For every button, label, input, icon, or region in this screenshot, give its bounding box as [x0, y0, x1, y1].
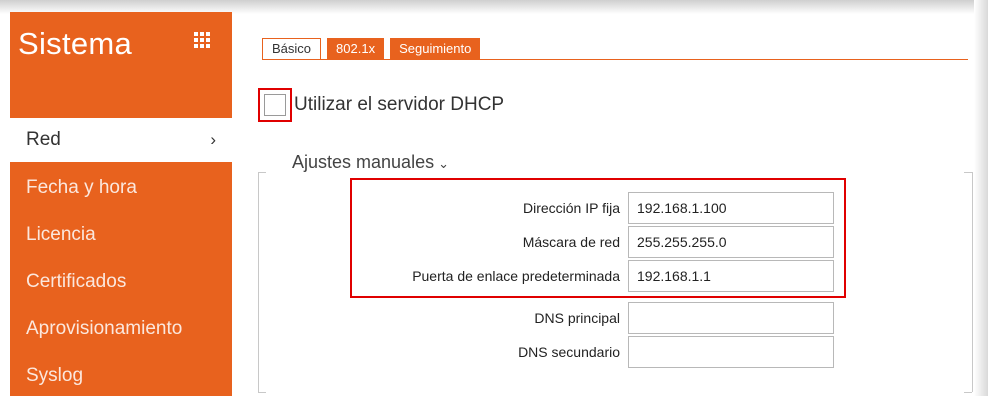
sidebar-item-aprovisionamiento[interactable]: Aprovisionamiento [10, 305, 232, 352]
sidebar: Sistema Red › Fecha y hora Licencia Cert… [10, 12, 232, 396]
fieldset-corner [964, 392, 972, 393]
fieldset-border-right [972, 172, 973, 392]
form-row-dns2: DNS secundario [352, 336, 836, 368]
fieldset-border-left [258, 172, 259, 392]
grid-icon[interactable] [194, 32, 210, 48]
fieldset-corner [258, 172, 266, 173]
gateway-label: Puerta de enlace predeterminada [412, 268, 620, 284]
dns-secondary-label: DNS secundario [518, 344, 620, 360]
dhcp-row: Utilizar el servidor DHCP [258, 88, 504, 122]
sidebar-item-label: Certificados [26, 271, 127, 292]
dhcp-label: Utilizar el servidor DHCP [294, 94, 505, 115]
tab-bar: Básico 802.1x Seguimiento [262, 38, 481, 60]
subnet-mask-label: Máscara de red [522, 234, 620, 250]
tab-8021x[interactable]: 802.1x [327, 38, 385, 60]
chevron-down-icon: ⌄ [438, 156, 449, 171]
subnet-mask-field[interactable] [628, 226, 834, 258]
manual-settings-toggle[interactable]: Ajustes manuales ⌄ [292, 152, 449, 173]
sidebar-item-label: Fecha y hora [26, 177, 137, 198]
fieldset-corner [258, 392, 266, 393]
sidebar-item-licencia[interactable]: Licencia [10, 211, 232, 258]
tab-divider [262, 59, 968, 60]
sidebar-title: Sistema [18, 26, 133, 61]
sidebar-item-label: Aprovisionamiento [26, 318, 183, 339]
tab-seguimiento[interactable]: Seguimiento [390, 38, 481, 60]
form-row-ip: Dirección IP fija [352, 192, 836, 224]
form-row-gateway: Puerta de enlace predeterminada [352, 260, 836, 292]
main-content: Básico 802.1x Seguimiento Utilizar el se… [232, 12, 978, 396]
gateway-field[interactable] [628, 260, 834, 292]
sidebar-item-label: Red [26, 129, 61, 150]
sidebar-item-certificados[interactable]: Certificados [10, 258, 232, 305]
sidebar-nav: Red › Fecha y hora Licencia Certificados… [10, 118, 232, 396]
form-row-mask: Máscara de red [352, 226, 836, 258]
dhcp-checkbox[interactable] [264, 94, 286, 116]
sidebar-item-label: Licencia [26, 224, 96, 245]
sidebar-item-label: Syslog [26, 365, 84, 386]
fieldset-corner [964, 172, 972, 173]
dns-primary-label: DNS principal [534, 310, 620, 326]
sidebar-item-red[interactable]: Red › [10, 118, 232, 162]
dns-primary-field[interactable] [628, 302, 834, 334]
dns-secondary-field[interactable] [628, 336, 834, 368]
sidebar-item-fecha-y-hora[interactable]: Fecha y hora [10, 164, 232, 211]
form-row-dns1: DNS principal [352, 302, 836, 334]
tab-basico[interactable]: Básico [262, 38, 322, 60]
section-title: Ajustes manuales [292, 152, 435, 172]
dhcp-checkbox-highlight [258, 88, 292, 122]
ip-address-field[interactable] [628, 192, 834, 224]
chevron-right-icon: › [210, 130, 216, 149]
sidebar-item-syslog[interactable]: Syslog [10, 352, 232, 396]
ip-address-label: Dirección IP fija [522, 200, 620, 216]
